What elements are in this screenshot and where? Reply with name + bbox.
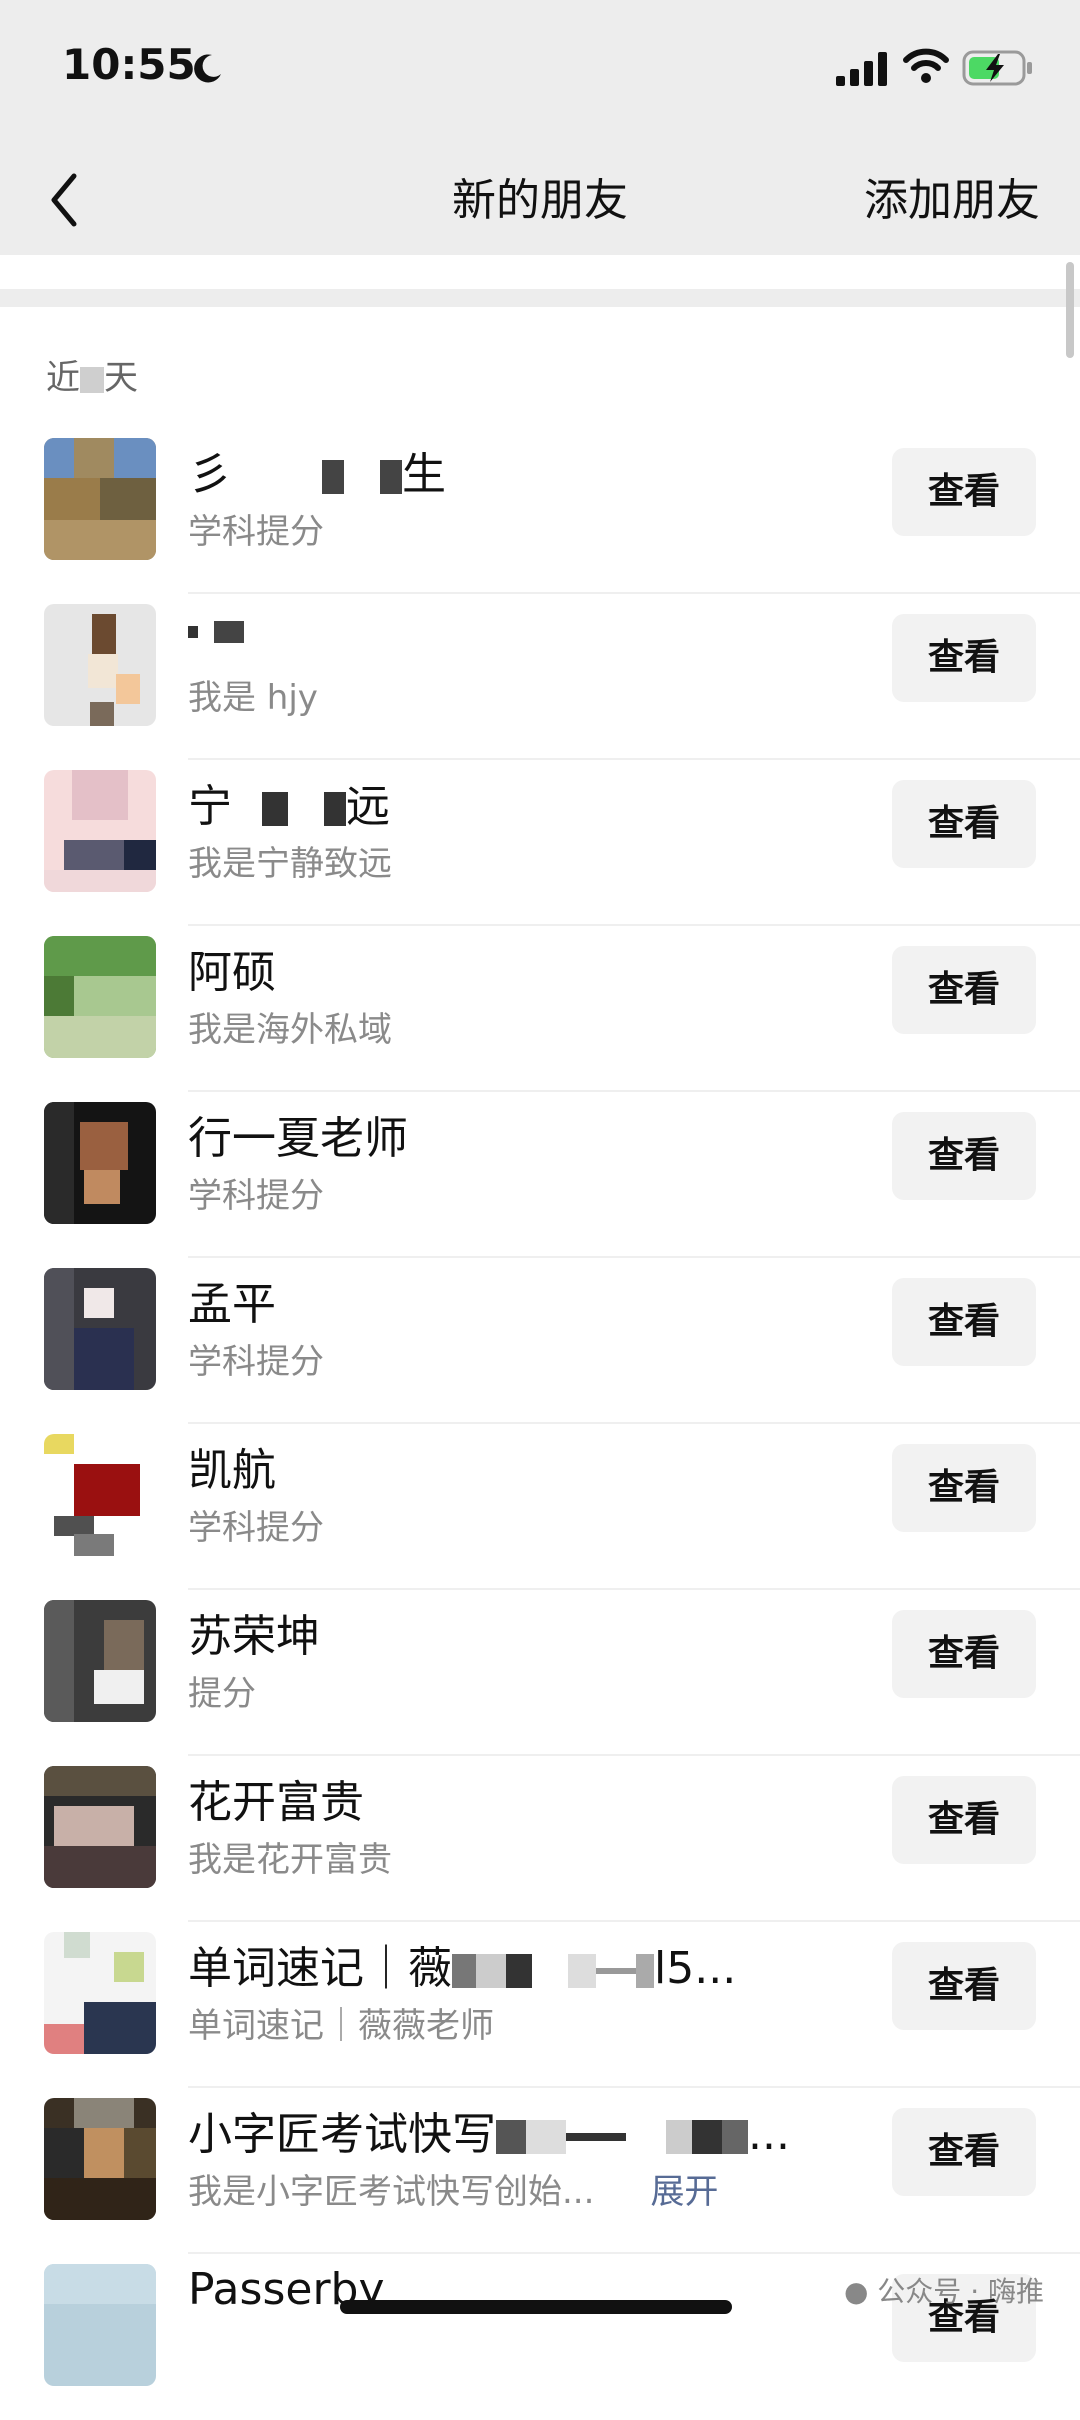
- watermark: ● 公众号 · 嗨推: [843, 2275, 1044, 2308]
- avatar: [44, 1600, 156, 1722]
- wifi-icon: [903, 48, 949, 83]
- section-label: 近天: [46, 350, 138, 399]
- mosaic-blur: [80, 366, 104, 393]
- avatar: [44, 604, 156, 726]
- avatar: [44, 1268, 156, 1390]
- view-button[interactable]: 查看: [892, 1610, 1036, 1698]
- request-message: 学科提分: [188, 1508, 324, 1548]
- avatar: [44, 2098, 156, 2220]
- request-message: 我是宁静致远: [188, 844, 392, 884]
- status-time: 10:55: [62, 40, 196, 89]
- divider-band: [0, 289, 1080, 307]
- avatar: [44, 1766, 156, 1888]
- request-message: 我是 hjy: [188, 678, 318, 718]
- avatar: [44, 1932, 156, 2054]
- list-item[interactable]: 单词速记｜薇 l5... 单词速记｜薇薇老师 查看: [0, 1922, 1080, 2088]
- view-button[interactable]: 查看: [892, 780, 1036, 868]
- moon-icon: [194, 54, 221, 83]
- contact-name: 凯航: [188, 1445, 276, 1496]
- status-bar: 10:55: [0, 0, 1080, 140]
- request-message: 学科提分: [188, 512, 324, 552]
- view-button[interactable]: 查看: [892, 946, 1036, 1034]
- avatar: [44, 936, 156, 1058]
- request-message: 我是海外私域: [188, 1010, 392, 1050]
- request-message: 我是小字匠考试快写创始... 展开: [188, 2172, 719, 2212]
- avatar: [44, 1434, 156, 1556]
- contact-name: 单词速记｜薇 l5...: [188, 1943, 737, 1994]
- avatar: [44, 770, 156, 892]
- scrollbar[interactable]: [1066, 262, 1074, 358]
- expand-link[interactable]: 展开: [650, 2172, 718, 2212]
- list-item[interactable]: 我是 hjy 查看: [0, 594, 1080, 760]
- friend-request-list: 彡生 学科提分 查看 我是 hjy 查看 宁远 我是宁静致远 查看 阿硕 我是海…: [0, 428, 1080, 2420]
- wechat-icon: ●: [843, 2275, 878, 2308]
- view-button[interactable]: 查看: [892, 1112, 1036, 1200]
- contact-name: [188, 604, 244, 655]
- view-button[interactable]: 查看: [892, 448, 1036, 536]
- request-message: 提分: [188, 1674, 256, 1714]
- request-message: 我是花开富贵: [188, 1840, 392, 1880]
- contact-name: 花开富贵: [188, 1777, 364, 1828]
- section-label-end: 天: [104, 358, 138, 398]
- request-message: 学科提分: [188, 1342, 324, 1382]
- list-item[interactable]: 花开富贵 我是花开富贵 查看: [0, 1756, 1080, 1922]
- view-button[interactable]: 查看: [892, 1278, 1036, 1366]
- signal-icon: [836, 52, 887, 86]
- request-message: 单词速记｜薇薇老师: [188, 2006, 494, 2046]
- list-item[interactable]: 小字匠考试快写... 我是小字匠考试快写创始... 展开 查看: [0, 2088, 1080, 2254]
- request-message: 学科提分: [188, 1176, 324, 1216]
- contact-name: 阿硕: [188, 947, 276, 998]
- contact-name: 小字匠考试快写...: [188, 2109, 790, 2160]
- list-item[interactable]: 宁远 我是宁静致远 查看: [0, 760, 1080, 926]
- view-button[interactable]: 查看: [892, 614, 1036, 702]
- list-item[interactable]: 苏荣坤 提分 查看: [0, 1590, 1080, 1756]
- list-item[interactable]: 凯航 学科提分 查看: [0, 1424, 1080, 1590]
- home-indicator[interactable]: [340, 2300, 732, 2314]
- avatar: [44, 438, 156, 560]
- view-button[interactable]: 查看: [892, 2108, 1036, 2196]
- list-item[interactable]: 孟平 学科提分 查看: [0, 1258, 1080, 1424]
- battery-charging-icon: [962, 50, 1032, 86]
- list-item[interactable]: 行一夏老师 学科提分 查看: [0, 1092, 1080, 1258]
- view-button[interactable]: 查看: [892, 1942, 1036, 2030]
- contact-name: 行一夏老师: [188, 1113, 408, 1164]
- view-button[interactable]: 查看: [892, 1776, 1036, 1864]
- add-friend-button[interactable]: 添加朋友: [864, 164, 1040, 228]
- section-label-start: 近: [46, 358, 80, 398]
- contact-name: 宁远: [188, 781, 390, 832]
- nav-bar: 新的朋友 添加朋友: [0, 140, 1080, 255]
- contact-name: 彡生: [188, 449, 446, 500]
- contact-name: 孟平: [188, 1279, 276, 1330]
- view-button[interactable]: 查看: [892, 1444, 1036, 1532]
- list-item[interactable]: 彡生 学科提分 查看: [0, 428, 1080, 594]
- contact-name: 苏荣坤: [188, 1611, 320, 1662]
- search-strip: [0, 255, 1080, 307]
- avatar: [44, 1102, 156, 1224]
- avatar: [44, 2264, 156, 2386]
- list-item[interactable]: 阿硕 我是海外私域 查看: [0, 926, 1080, 1092]
